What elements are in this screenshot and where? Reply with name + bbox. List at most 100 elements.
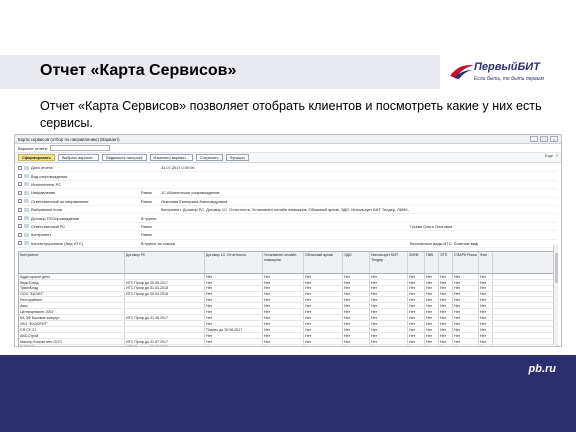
table-cell: Нет [370,303,408,309]
table-cell: Нет [263,297,304,303]
settings-condition[interactable]: Равно [141,190,161,195]
settings-row[interactable]: Исполнитель РС [18,181,558,190]
column-header[interactable]: СПАРК Риски [453,251,479,273]
table-cell: ИТС Проф до 30.04.2018 [125,291,205,297]
settings-row[interactable]: Направление Равно 1С Абонентское сопровожд… [18,189,558,198]
settings-row[interactable]: Контрагент Равно [18,231,558,240]
column-header[interactable]: ЛИНК [408,251,425,273]
table-cell: Нет [453,297,479,303]
settings-condition[interactable]: Равно [141,199,161,204]
settings-checkbox[interactable] [18,182,22,187]
logo-swoosh-icon [450,64,474,79]
table-cell: Нет [343,332,370,338]
settings-row[interactable]: Ответственный за направление Равно Лекинов… [18,198,558,206]
settings-value[interactable]: 1С Абонентское сопровождение [161,190,410,195]
column-header[interactable]: Облачный архив [304,251,343,273]
column-header[interactable]: Установлен онлайн помощник [263,251,304,273]
table-cell: Нет [263,338,304,344]
table-cell: Платно до 30.06.2017 [205,326,263,332]
table-cell: Нет [425,321,439,326]
table-cell-filler [493,297,557,303]
settings-row[interactable]: Договор ПСОпровождение В группе [18,214,558,223]
table-cell: Нет [425,291,439,297]
column-header[interactable]: Договор 1С, Отчетность [205,251,263,273]
change-variant-button[interactable]: Изменить вариант... [149,154,193,161]
settings-row[interactable]: Ответственный РС Равно Гусева Ольга Олегов… [18,223,558,232]
table-scrollbar[interactable] [553,245,558,345]
table-cell: Центроремонт 2001 [19,309,125,315]
settings-checkbox[interactable] [18,207,22,212]
more-button[interactable]: Еще [545,154,553,158]
column-header[interactable]: Использует БИТ Тендер [370,251,408,273]
table-row[interactable]: БИЗКОЛИТС Проф до 30.06.2018НетНетНетНет… [19,344,557,346]
table-cell: Нет [343,297,370,303]
settings-row[interactable]: Дата отчета 31.07.2017 0:00:00 [18,164,558,173]
settings-checkbox[interactable] [18,199,22,204]
table-cell [125,326,205,332]
column-header[interactable]: ЭТП [439,251,453,273]
settings-value[interactable]: Контрагент, Договор РС, Договор 1С, Отче… [161,207,410,212]
choose-variant-button[interactable]: Выбрать вариант... [57,154,100,161]
table-cell: Нет [439,344,453,346]
table-cell-filler [493,291,557,297]
functions-button[interactable]: Функции [225,154,249,161]
table-cell: ООО "ЕАЛИТ" [19,291,125,297]
table-cell-filler [493,303,557,309]
table-cell-filler [493,338,557,344]
table-cell: Нет [425,315,439,321]
settings-checkbox[interactable] [18,232,22,237]
settings-label: Вид сопровождения [31,173,68,179]
table-cell: Нет [408,279,425,285]
page-title: Отчет «Карта Сервисов» [40,62,237,79]
table-cell: Нет [343,291,370,297]
settings-value[interactable]: 31.07.2017 0:00:00 [161,165,410,170]
settings-row[interactable]: Конституционные (Вид ИТС) В группе из спи… [18,240,558,248]
table-cell: Нет [370,332,408,338]
table-cell: Нет [408,297,425,303]
settings-checkbox[interactable] [18,224,22,229]
column-header[interactable]: Фин [479,251,493,273]
settings-checkbox[interactable] [18,216,22,221]
help-button[interactable]: ? [556,154,558,158]
table-cell: Нет [343,326,370,332]
table-cell: Нет [453,309,479,315]
settings-checkbox[interactable] [18,174,22,179]
generate-button[interactable]: Сформировать [18,154,55,161]
table-cell: Нет [425,279,439,285]
settings-checkbox[interactable] [18,241,22,246]
column-header[interactable]: ПИК [425,251,439,273]
table-cell: Нет [439,309,453,315]
settings-condition[interactable]: В группе [141,216,161,221]
column-header[interactable]: ЭДО [343,251,370,273]
footer-url[interactable]: pb.ru [529,363,557,375]
column-header[interactable]: Контрагент [19,251,125,273]
settings-condition[interactable]: Равно [141,232,161,237]
table-cell: Нет [453,303,479,309]
settings-checkbox[interactable] [18,190,22,195]
settings-condition[interactable]: В группе из списка [141,241,175,246]
scrollbar-thumb[interactable] [555,253,558,283]
settings-condition[interactable]: Равно [141,224,161,229]
table-cell: Нет [439,326,453,332]
table-cell: Нет [304,279,343,285]
settings-row[interactable]: Выбранные поля Контрагент, Договор РС, До… [18,206,558,215]
table-cell: Нет [408,338,425,344]
table-cell [125,309,205,315]
variant-field[interactable] [50,145,110,151]
field-icon [24,232,29,237]
close-button[interactable]: × [550,136,558,142]
table-cell [125,303,205,309]
table-cell: Нет [408,285,425,291]
column-header[interactable]: Договор РС [125,251,205,273]
settings-row[interactable]: Вид сопровождения [18,172,558,181]
visibility-settings-button[interactable]: Видимость настроек [102,154,147,161]
table-cell-filler [493,326,557,332]
minimize-button[interactable]: – [530,136,538,142]
table-cell: Нет [370,338,408,344]
table-cell: Нет [408,332,425,338]
settings-checkbox[interactable] [18,165,22,170]
variant-label: Вариант отчета: [18,145,48,151]
settings-value[interactable]: Лекинова Екатерина Александровна [161,199,410,204]
save-button[interactable]: Сохранить [195,154,223,161]
maximize-button[interactable]: □ [540,136,548,142]
